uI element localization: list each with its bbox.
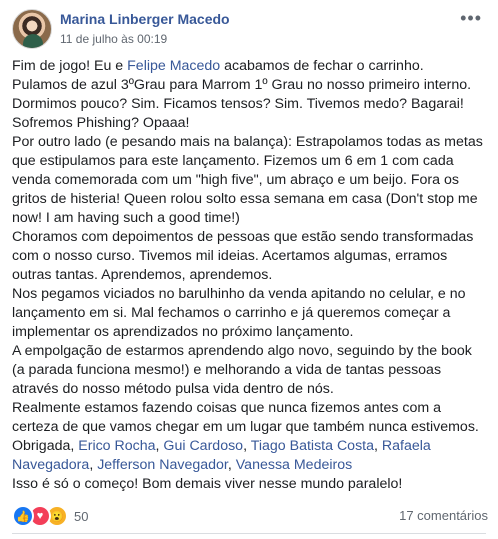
post-text-segment: Pulamos de azul 3ºGrau para Marrom 1º Gr… <box>12 77 472 93</box>
post-text-segment: Obrigada, <box>12 438 79 454</box>
mention-link[interactable]: Gui Cardoso <box>163 438 243 454</box>
post-paragraph: Nos pegamos viciados no barulhinho da ve… <box>12 285 486 342</box>
footer-divider <box>12 533 486 534</box>
post-paragraph: Por outro lado (e pesando mais na balanç… <box>12 133 486 228</box>
post-text-segment: Nos pegamos viciados no barulhinho da ve… <box>12 286 466 340</box>
comments-count-link[interactable]: 17 comentários <box>399 508 488 523</box>
post-date-link[interactable]: 11 de julho às 00:19 <box>60 32 167 46</box>
mention-link[interactable]: Felipe Macedo <box>127 58 220 74</box>
post-paragraph: Isso é só o começo! Bom demais viver nes… <box>12 475 486 494</box>
post-text-segment: , <box>227 457 236 473</box>
reaction-count[interactable]: 50 <box>74 509 88 524</box>
post-header: Marina Linberger Macedo 11 de julho às 0… <box>12 8 486 52</box>
post-paragraph: Realmente estamos fazendo coisas que nun… <box>12 399 486 437</box>
post-paragraph: Pulamos de azul 3ºGrau para Marrom 1º Gr… <box>12 76 486 95</box>
post-text-segment: Realmente estamos fazendo coisas que nun… <box>12 400 479 435</box>
post-text-segment: acabamos de fechar o carrinho. <box>220 58 424 74</box>
post-text-segment: Fim de jogo! Eu e <box>12 58 128 74</box>
facebook-post: Marina Linberger Macedo 11 de julho às 0… <box>0 0 498 539</box>
post-paragraph: Obrigada, Erico Rocha, Gui Cardoso, Tiag… <box>12 437 486 475</box>
like-reaction-icon: 👍 <box>12 505 34 527</box>
post-paragraph: Fim de jogo! Eu e Felipe Macedo acabamos… <box>12 57 486 76</box>
mention-link[interactable]: Tiago Batista Costa <box>251 438 374 454</box>
post-paragraph: Dormimos pouco? Sim. Ficamos tensos? Sim… <box>12 95 486 114</box>
mention-link[interactable]: Erico Rocha <box>78 438 155 454</box>
reactions-summary[interactable]: 👍 ♥ 😮 50 <box>12 505 88 527</box>
post-body: Fim de jogo! Eu e Felipe Macedo acabamos… <box>12 57 486 494</box>
post-text-segment: Dormimos pouco? Sim. Ficamos tensos? Sim… <box>12 96 464 112</box>
post-text-segment: Sofremos Phishing? Opaaa! <box>12 115 190 131</box>
author-avatar[interactable] <box>12 9 52 49</box>
post-text-segment: Choramos com depoimentos de pessoas que … <box>12 229 474 283</box>
mention-link[interactable]: Vanessa Medeiros <box>236 457 352 473</box>
post-paragraph: Sofremos Phishing? Opaaa! <box>12 114 486 133</box>
post-paragraph: Choramos com depoimentos de pessoas que … <box>12 228 486 285</box>
more-options-icon[interactable]: ••• <box>460 8 482 29</box>
mention-link[interactable]: Jefferson Navegador <box>97 457 228 473</box>
post-text-segment: , <box>374 438 382 454</box>
author-name-link[interactable]: Marina Linberger Macedo <box>60 11 230 27</box>
post-text-segment: Isso é só o começo! Bom demais viver nes… <box>12 476 403 492</box>
post-text-segment: A empolgação de estarmos aprendendo algo… <box>12 343 472 397</box>
post-text-segment: , <box>243 438 251 454</box>
post-paragraph: A empolgação de estarmos aprendendo algo… <box>12 342 486 399</box>
post-text-segment: Por outro lado (e pesando mais na balanç… <box>12 134 483 226</box>
